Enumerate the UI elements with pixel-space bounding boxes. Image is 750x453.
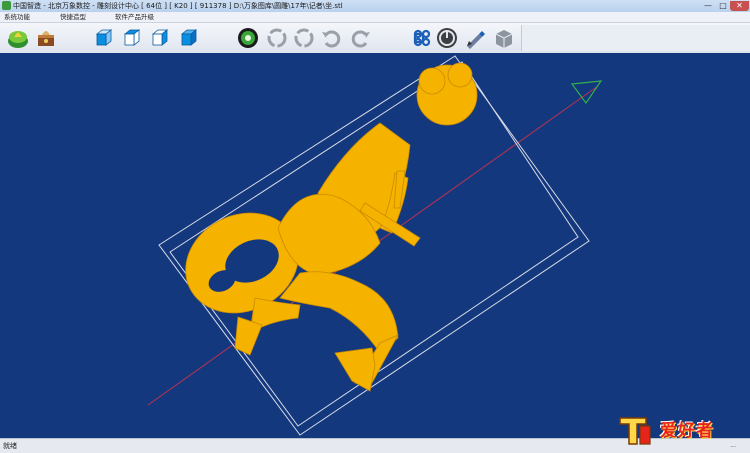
watermark-text: 爱好者 — [660, 421, 714, 441]
cube-front-icon[interactable] — [92, 26, 116, 50]
window-title: 中国智造 - 北京万象数控 - 雕刻设计中心 [ 64位 ] [ K20 ] [… — [13, 2, 343, 10]
model-canvas[interactable] — [0, 53, 750, 438]
undo-arc-icon[interactable] — [320, 26, 344, 50]
menu-system-functions[interactable]: 系统功能 — [4, 12, 30, 22]
layer-box-icon[interactable] — [492, 26, 516, 50]
menu-bar: 系统功能 快捷造型 软件产品升级 — [0, 12, 750, 23]
open-file-icon[interactable] — [6, 26, 30, 50]
maximize-button[interactable]: □ — [716, 1, 730, 11]
pen-tool-icon[interactable] — [463, 26, 487, 50]
toolbar — [0, 23, 750, 54]
menu-software-upgrade[interactable]: 软件产品升级 — [115, 12, 154, 22]
rotate-left-icon[interactable] — [265, 26, 289, 50]
cube-top-icon[interactable] — [120, 26, 144, 50]
save-treasure-icon[interactable] — [34, 26, 58, 50]
status-text: 就绪 — [3, 442, 17, 450]
cube-iso-icon[interactable] — [177, 26, 201, 50]
rotate-right-icon[interactable] — [292, 26, 316, 50]
app-icon — [2, 1, 11, 10]
cube-side-icon[interactable] — [148, 26, 172, 50]
menu-quick-modeling[interactable]: 快捷造型 — [60, 12, 86, 22]
close-button[interactable]: ✕ — [730, 1, 749, 11]
green-wheel-icon[interactable] — [236, 26, 260, 50]
3d-viewport[interactable] — [0, 53, 750, 438]
power-icon[interactable] — [435, 26, 459, 50]
redo-arc-icon[interactable] — [348, 26, 372, 50]
3d-model[interactable] — [169, 62, 478, 392]
toolbar-empty-panel — [521, 25, 750, 51]
axis-triangle-icon — [570, 80, 603, 105]
command-icon[interactable] — [407, 26, 431, 50]
minimize-button[interactable]: — — [700, 1, 716, 11]
